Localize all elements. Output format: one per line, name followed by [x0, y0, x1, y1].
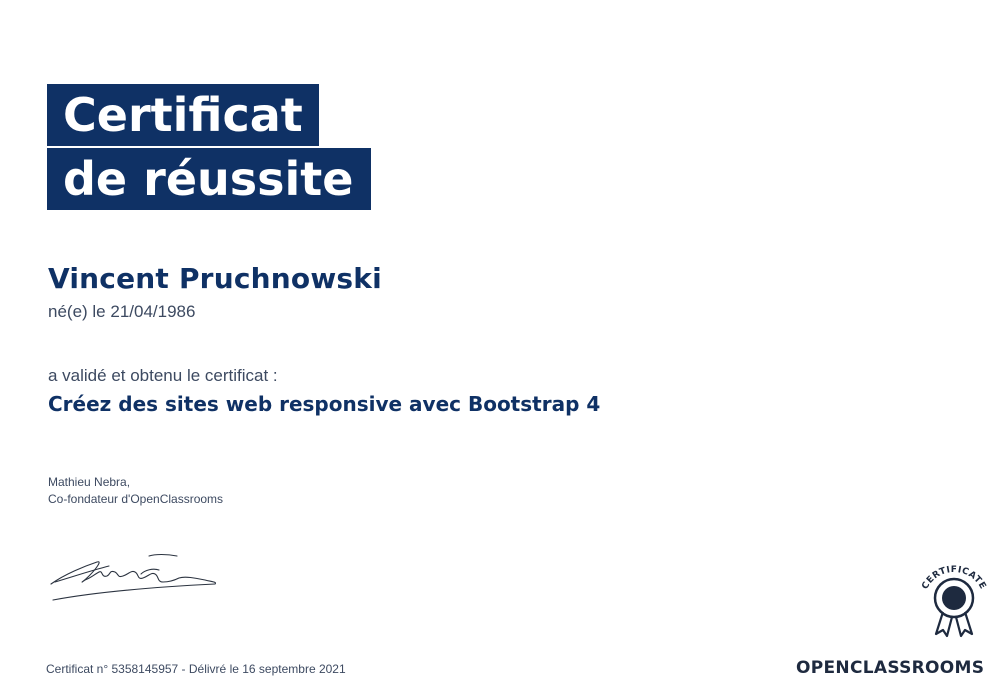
course-title: Créez des sites web responsive avec Boot…: [48, 392, 601, 416]
signer-role: Co-fondateur d'OpenClassrooms: [48, 492, 224, 506]
recipient-name: Vincent Pruchnowski: [48, 262, 382, 295]
signature-image: [50, 553, 217, 601]
certificate-title-line-2: de réussite: [47, 148, 371, 210]
certificate-title-line-1: Certificat: [47, 84, 319, 146]
certificate-footer: Certificat n° 5358145957 - Délivré le 16…: [46, 662, 346, 676]
award-ribbon-icon: CERTIFICATE: [920, 565, 987, 638]
openclassrooms-logo[interactable]: OPENCLASSROOMS: [796, 658, 984, 678]
validation-text: a validé et obtenu le certificat :: [48, 366, 278, 385]
signer-name: Mathieu Nebra,: [48, 475, 131, 489]
birth-date: né(e) le 21/04/1986: [48, 302, 196, 321]
